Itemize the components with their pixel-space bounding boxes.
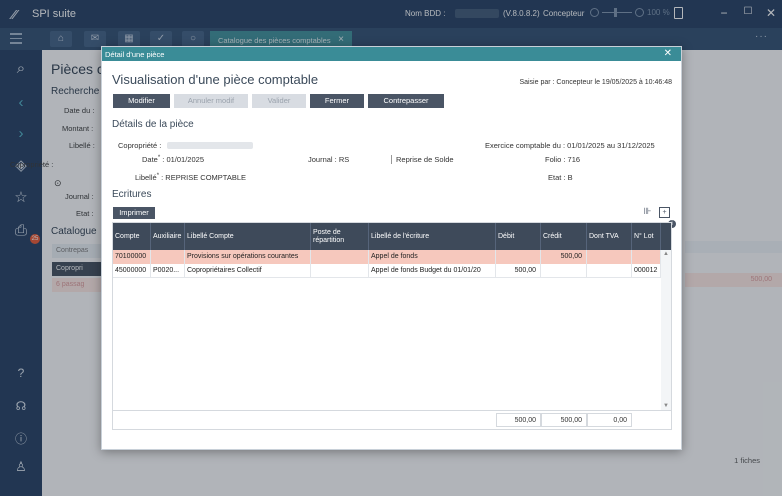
required-marker: * — [157, 155, 161, 161]
annuler-modif-button[interactable]: Annuler modif — [174, 94, 248, 108]
ecritures-grid: Compte Auxiliaire Libellé Compte Poste d… — [112, 222, 672, 430]
cell-debit — [496, 250, 541, 264]
journal-field: Journal : RS — [308, 155, 349, 164]
col-tva[interactable]: Dont TVA — [587, 223, 632, 250]
cell-lot — [632, 250, 661, 264]
grid-header: Compte Auxiliaire Libellé Compte Poste d… — [113, 223, 671, 250]
journal-value: RS — [338, 155, 350, 164]
etat-label: Etat : — [548, 173, 566, 182]
journal-description: Reprise de Solde — [391, 155, 454, 164]
copro-value-blurred — [167, 142, 253, 149]
total-credit: 500,00 — [541, 413, 587, 427]
scroll-up-icon[interactable]: ▲ — [663, 251, 669, 257]
dialog-header: Détail d'une pièce ✕ — [102, 47, 681, 61]
folio-value: 716 — [567, 155, 581, 164]
ecritures-section-title: Ecritures — [112, 189, 152, 200]
cell-aux — [151, 250, 185, 264]
saisie-info: Saisie par : Concepteur le 19/05/2025 à … — [519, 79, 672, 86]
fermer-button[interactable]: Fermer — [310, 94, 364, 108]
page-heading: Visualisation d'une pièce comptable — [112, 72, 319, 87]
totals-row: 500,00 500,00 0,00 — [113, 410, 671, 429]
imprimer-button[interactable]: Imprimer — [113, 207, 155, 219]
cell-tva — [587, 264, 632, 278]
cell-lot: 000012 — [632, 264, 661, 278]
cell-poste — [311, 264, 369, 278]
piece-detail-dialog: Détail d'une pièce ✕ Visualisation d'une… — [101, 46, 682, 450]
grid-scrollbar[interactable]: ▲ ▼ — [661, 250, 671, 410]
etat-value: B — [567, 173, 573, 182]
dialog-title: Détail d'une pièce — [105, 50, 165, 59]
date-field: Date* : 01/01/2025 — [142, 155, 204, 164]
exercice-label: Exercice comptable du : 01/01/2025 au 31… — [485, 141, 655, 150]
table-row[interactable]: 70100000 Provisions sur opérations coura… — [113, 250, 661, 264]
cell-lib-ecriture: Appel de fonds — [369, 250, 496, 264]
details-section-title: Détails de la pièce — [112, 119, 194, 130]
contrepasser-button[interactable]: Contrepasser — [368, 94, 444, 108]
scroll-down-icon[interactable]: ▼ — [663, 403, 669, 409]
libelle-value: : REPRISE COMPTABLE — [161, 173, 247, 182]
libelle-label: Libellé — [135, 173, 157, 182]
cell-lib-compte: Provisions sur opérations courantes — [185, 250, 311, 264]
close-dialog-icon[interactable]: ✕ — [664, 48, 672, 59]
date-value: : 01/01/2025 — [162, 155, 204, 164]
modifier-button[interactable]: Modifier — [113, 94, 170, 108]
action-buttons: Modifier Annuler modif Valider Fermer Co… — [113, 94, 444, 108]
col-lot[interactable]: N° Lot — [632, 223, 661, 250]
cell-compte: 45000000 — [113, 264, 151, 278]
cell-credit: 500,00 — [541, 250, 587, 264]
col-debit[interactable]: Débit — [496, 223, 541, 250]
column-chooser-icon[interactable]: ⊪ — [642, 207, 653, 218]
etat-field: Etat : B — [548, 173, 573, 182]
col-libelle-compte[interactable]: Libellé Compte — [185, 223, 311, 250]
col-libelle-ecriture[interactable]: Libellé de l'écriture — [369, 223, 496, 250]
folio-field: Folio : 716 — [545, 155, 580, 164]
cell-compte: 70100000 — [113, 250, 151, 264]
col-compte[interactable]: Compte — [113, 223, 151, 250]
journal-label: Journal : — [308, 155, 337, 164]
cell-tva — [587, 250, 632, 264]
cell-debit: 500,00 — [496, 264, 541, 278]
cell-aux: P0020... — [151, 264, 185, 278]
col-poste[interactable]: Poste de répartition — [311, 223, 369, 250]
cell-lib-compte: Copropriétaires Collectif — [185, 264, 311, 278]
date-label: Date — [142, 155, 158, 164]
folio-label: Folio : — [545, 155, 566, 164]
cell-lib-ecriture: Appel de fonds Budget du 01/01/20 — [369, 264, 496, 278]
libelle-field: Libellé* : REPRISE COMPTABLE — [135, 173, 246, 182]
cell-poste — [311, 250, 369, 264]
cell-credit — [541, 264, 587, 278]
add-row-icon[interactable]: + — [659, 207, 670, 218]
col-credit[interactable]: Crédit — [541, 223, 587, 250]
col-auxiliaire[interactable]: Auxiliaire — [151, 223, 185, 250]
required-marker: * — [156, 173, 160, 179]
total-tva: 0,00 — [587, 413, 632, 427]
copro-label: Copropriété : — [118, 141, 162, 150]
table-row[interactable]: 45000000 P0020... Copropriétaires Collec… — [113, 264, 661, 278]
total-debit: 500,00 — [496, 413, 541, 427]
valider-button[interactable]: Valider — [252, 94, 306, 108]
